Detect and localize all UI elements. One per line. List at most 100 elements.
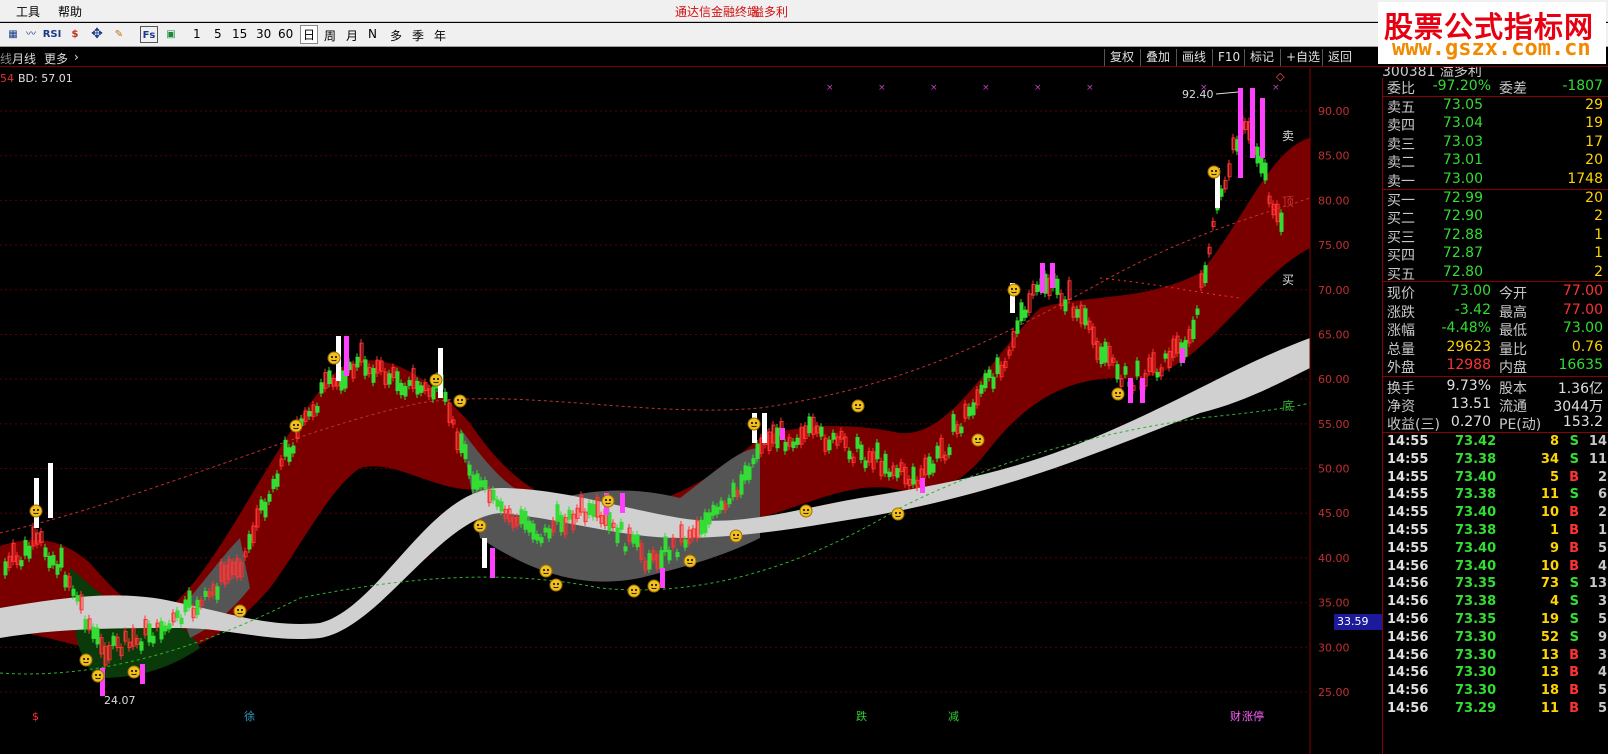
candle-body <box>363 359 368 376</box>
menu-tools[interactable]: 工具 <box>16 3 40 20</box>
tick-price: 73.35 <box>1455 576 1497 592</box>
event-limitup: 涨停 <box>1242 709 1264 723</box>
tick-row: 14:56 73.29 11 B 5 <box>1383 701 1608 719</box>
candle-body <box>615 527 620 544</box>
candle-body <box>47 555 52 568</box>
highlight-bar <box>1238 88 1243 178</box>
level-label: 卖五 <box>1387 100 1415 116</box>
candle-body <box>475 473 480 490</box>
tick-price: 73.40 <box>1455 558 1497 574</box>
period-day[interactable]: 日 <box>300 25 319 44</box>
smiley-icon <box>1207 165 1221 179</box>
move-icon[interactable]: ✥ <box>88 26 106 43</box>
candle-body <box>1115 364 1120 380</box>
pencil-icon[interactable]: ✎ <box>110 26 128 43</box>
more-tab[interactable]: 更多 <box>44 50 68 67</box>
mark-button[interactable]: 标记 <box>1244 49 1279 66</box>
candle-body <box>495 499 500 507</box>
f10-button[interactable]: F10 <box>1212 49 1245 66</box>
candle-body <box>1259 155 1264 174</box>
sell-level-row: 卖一 73.00 1748 <box>1383 170 1608 190</box>
candle-body <box>43 547 48 557</box>
smiley-icon <box>327 351 341 365</box>
y-tick-label: 65.00 <box>1318 328 1350 341</box>
picture-icon[interactable]: ▣ <box>162 26 180 43</box>
period-quarter[interactable]: 季 <box>412 27 424 44</box>
tick-count: 5 <box>1597 612 1607 627</box>
y-tick-label: 50.00 <box>1318 463 1350 476</box>
dollar-icon[interactable]: $ <box>66 26 84 43</box>
candle-body <box>27 545 32 559</box>
candle-body <box>71 588 76 596</box>
period-n[interactable]: N <box>368 27 377 41</box>
candle-body <box>1279 212 1284 232</box>
x-marker-icon: × <box>1086 83 1094 93</box>
chevron-right-icon[interactable]: › <box>74 50 79 64</box>
tick-price: 73.42 <box>1455 434 1497 449</box>
tick-row: 14:56 73.30 18 B 5 <box>1383 683 1608 701</box>
level-qty: 19 <box>1585 115 1603 132</box>
grid-icon[interactable]: ▦ <box>4 26 22 43</box>
kline-chart[interactable]: × × × × × × × × 90.0085.0080.0075.0070.0065.006… <box>0 68 1382 754</box>
adjust-button[interactable]: 复权 <box>1104 49 1139 66</box>
month-line-tab[interactable]: 月线 <box>12 50 36 67</box>
candle-body <box>707 512 712 525</box>
tick-price: 73.30 <box>1455 683 1497 699</box>
candle-body <box>483 480 488 490</box>
stat-label: 涨幅 <box>1387 323 1415 340</box>
menu-bar: 工具 帮助 通达信金融终端 溢多利 <box>0 0 1608 22</box>
period-5min[interactable]: 5 <box>214 27 222 41</box>
period-multi[interactable]: 多 <box>390 27 402 44</box>
stat-row: 涨幅 -4.48% 最低 73.00 <box>1383 320 1608 340</box>
y-tick-label: 35.00 <box>1318 597 1350 610</box>
stat-row: 涨跌 -3.42 最高 77.00 <box>1383 302 1608 321</box>
candle-body <box>175 610 180 618</box>
candle-body <box>995 357 1000 375</box>
level-qty: 1 <box>1594 226 1603 243</box>
candle-body <box>783 441 788 452</box>
candle-body <box>187 590 192 608</box>
period-month[interactable]: 月 <box>346 27 358 44</box>
stat-value: 0.270 <box>1450 414 1491 431</box>
stat-value-2: 153.2 <box>1562 414 1603 431</box>
candle-body <box>859 444 864 460</box>
candle-body <box>1155 371 1160 378</box>
candle-body <box>743 465 748 481</box>
add-watchlist-button[interactable]: +自选 <box>1280 49 1325 66</box>
period-week[interactable]: 周 <box>324 27 336 44</box>
level-label: 买二 <box>1387 211 1415 228</box>
period-30min[interactable]: 30 <box>256 27 271 41</box>
level-label: 买四 <box>1387 248 1415 265</box>
period-15min[interactable]: 15 <box>232 27 247 41</box>
wave-icon[interactable]: 〰 <box>22 26 40 43</box>
rsi-icon[interactable]: RSI <box>40 26 64 43</box>
candle-body <box>791 441 796 449</box>
level-price: 72.90 <box>1442 208 1483 225</box>
candle-body <box>55 564 60 575</box>
tick-count: 6 <box>1597 487 1607 503</box>
stock-code-text: 300381 溢多利 <box>1382 67 1482 78</box>
period-1min[interactable]: 1 <box>193 27 201 41</box>
period-year[interactable]: 年 <box>434 27 446 44</box>
chart-subbar: 线 月线 更多 › 复权 叠加 画线 F10 标记 +自选 返回 <box>0 48 1608 67</box>
tick-count: 2 <box>1597 469 1607 485</box>
y-tick-label: 55.00 <box>1318 418 1350 431</box>
level-qty: 2 <box>1594 208 1603 225</box>
highlight-bar <box>48 463 53 518</box>
candle-body <box>863 460 868 469</box>
tick-volume: 11 <box>1540 487 1559 503</box>
overlay-button[interactable]: 叠加 <box>1140 49 1175 66</box>
level-label: 卖三 <box>1387 136 1415 153</box>
level-qty: 1748 <box>1567 170 1603 187</box>
highlight-bar <box>1050 263 1055 288</box>
candle-body <box>619 521 624 530</box>
fs-icon[interactable]: Fs <box>140 26 158 43</box>
smiley-icon <box>473 519 487 533</box>
y-tick-label: 70.00 <box>1318 284 1350 297</box>
back-button[interactable]: 返回 <box>1322 49 1357 66</box>
draw-button[interactable]: 画线 <box>1176 49 1211 66</box>
level-price: 72.99 <box>1442 190 1483 206</box>
candle-body <box>467 464 472 476</box>
menu-help[interactable]: 帮助 <box>58 3 82 20</box>
period-60min[interactable]: 60 <box>278 27 293 41</box>
